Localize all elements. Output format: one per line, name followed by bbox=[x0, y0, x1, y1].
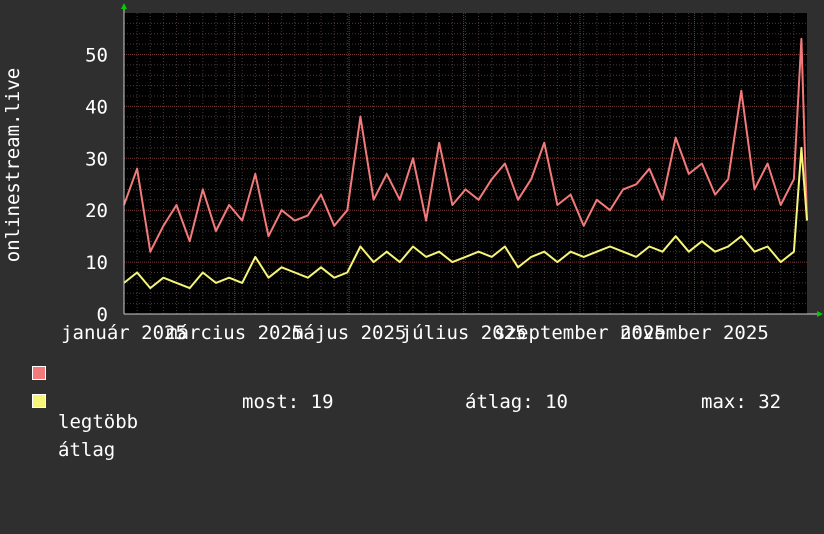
stat-most: most: 19 bbox=[242, 391, 334, 413]
x-tick-labels: január 2025március 2025május 2025július … bbox=[61, 322, 769, 344]
y-axis-label: onlinestream.live bbox=[2, 68, 24, 262]
y-tick-label: 30 bbox=[85, 148, 108, 170]
y-axis-arrow-icon bbox=[121, 3, 127, 9]
legend-item-legtobb: legtöbb bbox=[32, 362, 792, 433]
y-tick-label: 10 bbox=[85, 252, 108, 274]
legend-label: átlag bbox=[58, 439, 116, 461]
y-tick-label: 40 bbox=[85, 96, 108, 118]
x-tick-label: november 2025 bbox=[620, 322, 769, 344]
legend-item-atlag: átlag most: 19 átlag: 10 max: 32 bbox=[32, 390, 792, 461]
x-tick-label: március 2025 bbox=[166, 322, 303, 344]
stat-max: max: 32 bbox=[701, 391, 782, 413]
stat-atlag: átlag: 10 bbox=[465, 391, 568, 413]
y-tick-label: 20 bbox=[85, 200, 108, 222]
legtobb-swatch bbox=[32, 366, 46, 380]
y-tick-label: 50 bbox=[85, 45, 108, 67]
atlag-swatch bbox=[32, 394, 46, 408]
y-tick-labels: 01020304050 bbox=[85, 45, 108, 326]
x-tick-label: május 2025 bbox=[292, 322, 406, 344]
x-axis-arrow-icon bbox=[817, 311, 823, 317]
